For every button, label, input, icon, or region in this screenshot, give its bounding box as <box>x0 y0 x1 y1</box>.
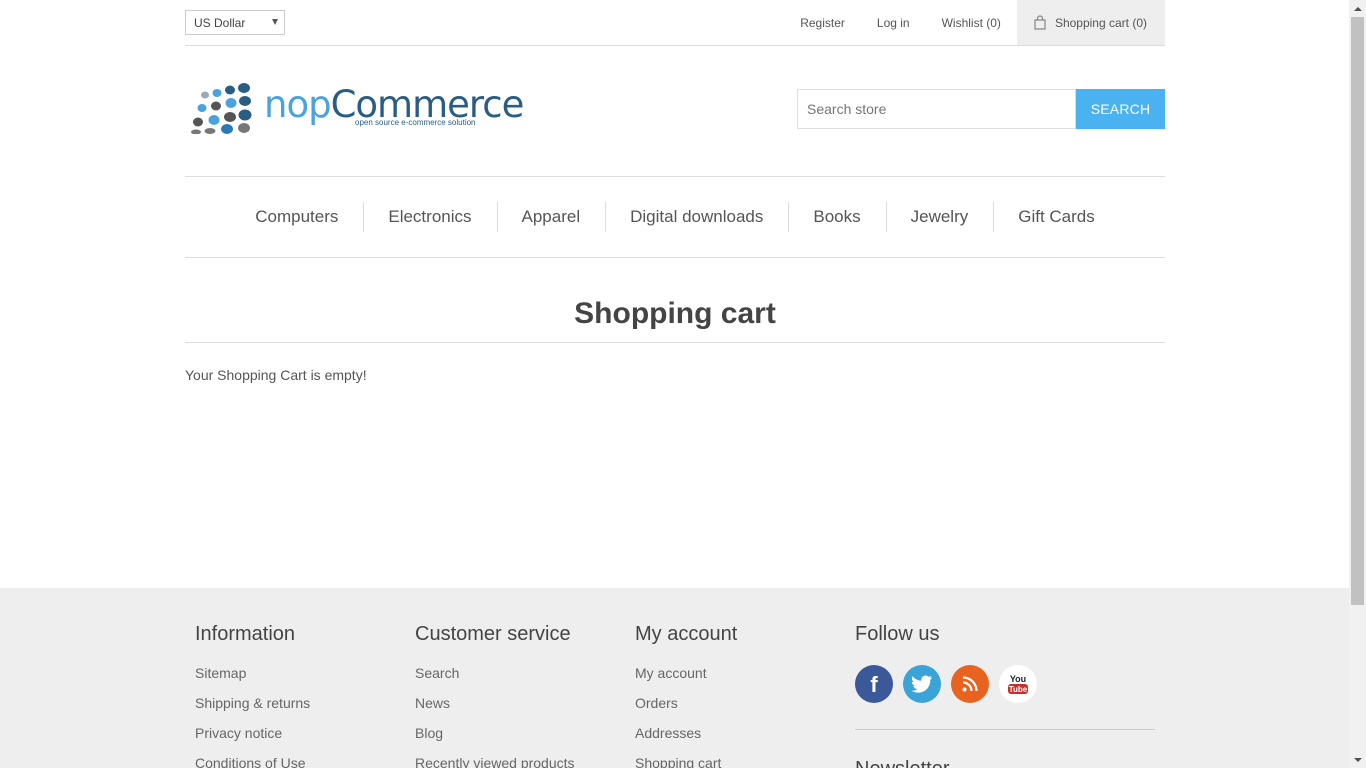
svg-text:You: You <box>1010 674 1026 684</box>
vertical-scrollbar[interactable] <box>1349 0 1366 768</box>
header-links-bar: US Dollar Register Log in Wishlist (0) S… <box>185 0 1165 46</box>
shopping-bag-icon <box>1034 15 1046 30</box>
footer-link-search[interactable]: Search <box>415 665 635 695</box>
menu-item-books[interactable]: Books <box>788 202 885 232</box>
menu-item-electronics[interactable]: Electronics <box>363 202 496 232</box>
footer-information: Information Sitemap Shipping & returns P… <box>195 622 415 768</box>
currency-selector[interactable]: US Dollar <box>185 10 285 35</box>
footer-information-title: Information <box>195 623 296 645</box>
currency-value: US Dollar <box>194 16 246 30</box>
shopping-cart-link[interactable]: Shopping cart (0) <box>1016 0 1165 45</box>
footer-customer-service-title: Customer service <box>415 623 571 645</box>
logo-tagline: open source e-commerce solution <box>355 118 476 127</box>
footer: Information Sitemap Shipping & returns P… <box>0 588 1349 768</box>
social-links: f You Tube <box>855 665 1155 703</box>
footer-follow-title: Follow us <box>855 623 940 645</box>
footer-customer-service: Customer service Search News Blog Recent… <box>415 622 635 768</box>
footer-my-account-title: My account <box>635 623 738 645</box>
menu-item-gift-cards[interactable]: Gift Cards <box>993 202 1120 232</box>
register-link[interactable]: Register <box>800 16 845 30</box>
facebook-icon[interactable]: f <box>855 665 893 703</box>
footer-link-sitemap[interactable]: Sitemap <box>195 665 415 695</box>
footer-link-blog[interactable]: Blog <box>415 725 635 755</box>
youtube-icon[interactable]: You Tube <box>999 665 1037 703</box>
search-button[interactable]: SEARCH <box>1076 89 1165 129</box>
footer-link-conditions-of-use[interactable]: Conditions of Use <box>195 755 415 768</box>
page: US Dollar Register Log in Wishlist (0) S… <box>0 0 1349 768</box>
svg-text:f: f <box>870 672 878 697</box>
footer-link-shopping-cart[interactable]: Shopping cart <box>635 755 855 768</box>
menu-item-apparel[interactable]: Apparel <box>496 202 606 232</box>
footer-my-account: My account My account Orders Addresses S… <box>635 622 855 768</box>
svg-text:Tube: Tube <box>1009 685 1028 694</box>
logo-dots-icon <box>191 83 252 134</box>
scroll-down-arrow[interactable] <box>1349 751 1366 768</box>
newsletter-title: Newsletter <box>855 758 949 768</box>
arrow-down-icon <box>1353 757 1362 762</box>
logo-word-nop: nop <box>264 83 332 126</box>
search-box: SEARCH <box>797 89 1165 129</box>
header-links: Register Log in Wishlist (0) Shopping ca… <box>768 0 1165 45</box>
menu-item-computers[interactable]: Computers <box>230 202 363 232</box>
rss-icon[interactable] <box>951 665 989 703</box>
scrollbar-thumb[interactable] <box>1351 17 1364 605</box>
scroll-up-arrow[interactable] <box>1349 0 1366 17</box>
login-link[interactable]: Log in <box>877 16 910 30</box>
arrow-up-icon <box>1353 6 1362 11</box>
footer-link-shipping-returns[interactable]: Shipping & returns <box>195 695 415 725</box>
footer-link-privacy-notice[interactable]: Privacy notice <box>195 725 415 755</box>
search-input[interactable] <box>797 89 1076 129</box>
store-logo[interactable]: nopCommerce open source e-commerce solut… <box>189 82 524 134</box>
footer-divider <box>855 729 1155 730</box>
footer-link-news[interactable]: News <box>415 695 635 725</box>
empty-cart-message: Your Shopping Cart is empty! <box>185 367 367 383</box>
footer-link-addresses[interactable]: Addresses <box>635 725 855 755</box>
footer-link-my-account[interactable]: My account <box>635 665 855 695</box>
footer-link-recently-viewed[interactable]: Recently viewed products <box>415 755 635 768</box>
page-title: Shopping cart <box>185 292 1165 343</box>
menu-item-digital-downloads[interactable]: Digital downloads <box>605 202 788 232</box>
top-menu: Computers Electronics Apparel Digital do… <box>185 176 1165 258</box>
twitter-icon[interactable] <box>903 665 941 703</box>
caret-down-icon <box>272 19 278 25</box>
shopping-cart-label: Shopping cart (0) <box>1054 15 1147 30</box>
footer-link-orders[interactable]: Orders <box>635 695 855 725</box>
footer-follow-us: Follow us f You Tube <box>855 622 1155 703</box>
menu-item-jewelry[interactable]: Jewelry <box>885 202 994 232</box>
wishlist-link[interactable]: Wishlist (0) <box>942 16 1001 30</box>
